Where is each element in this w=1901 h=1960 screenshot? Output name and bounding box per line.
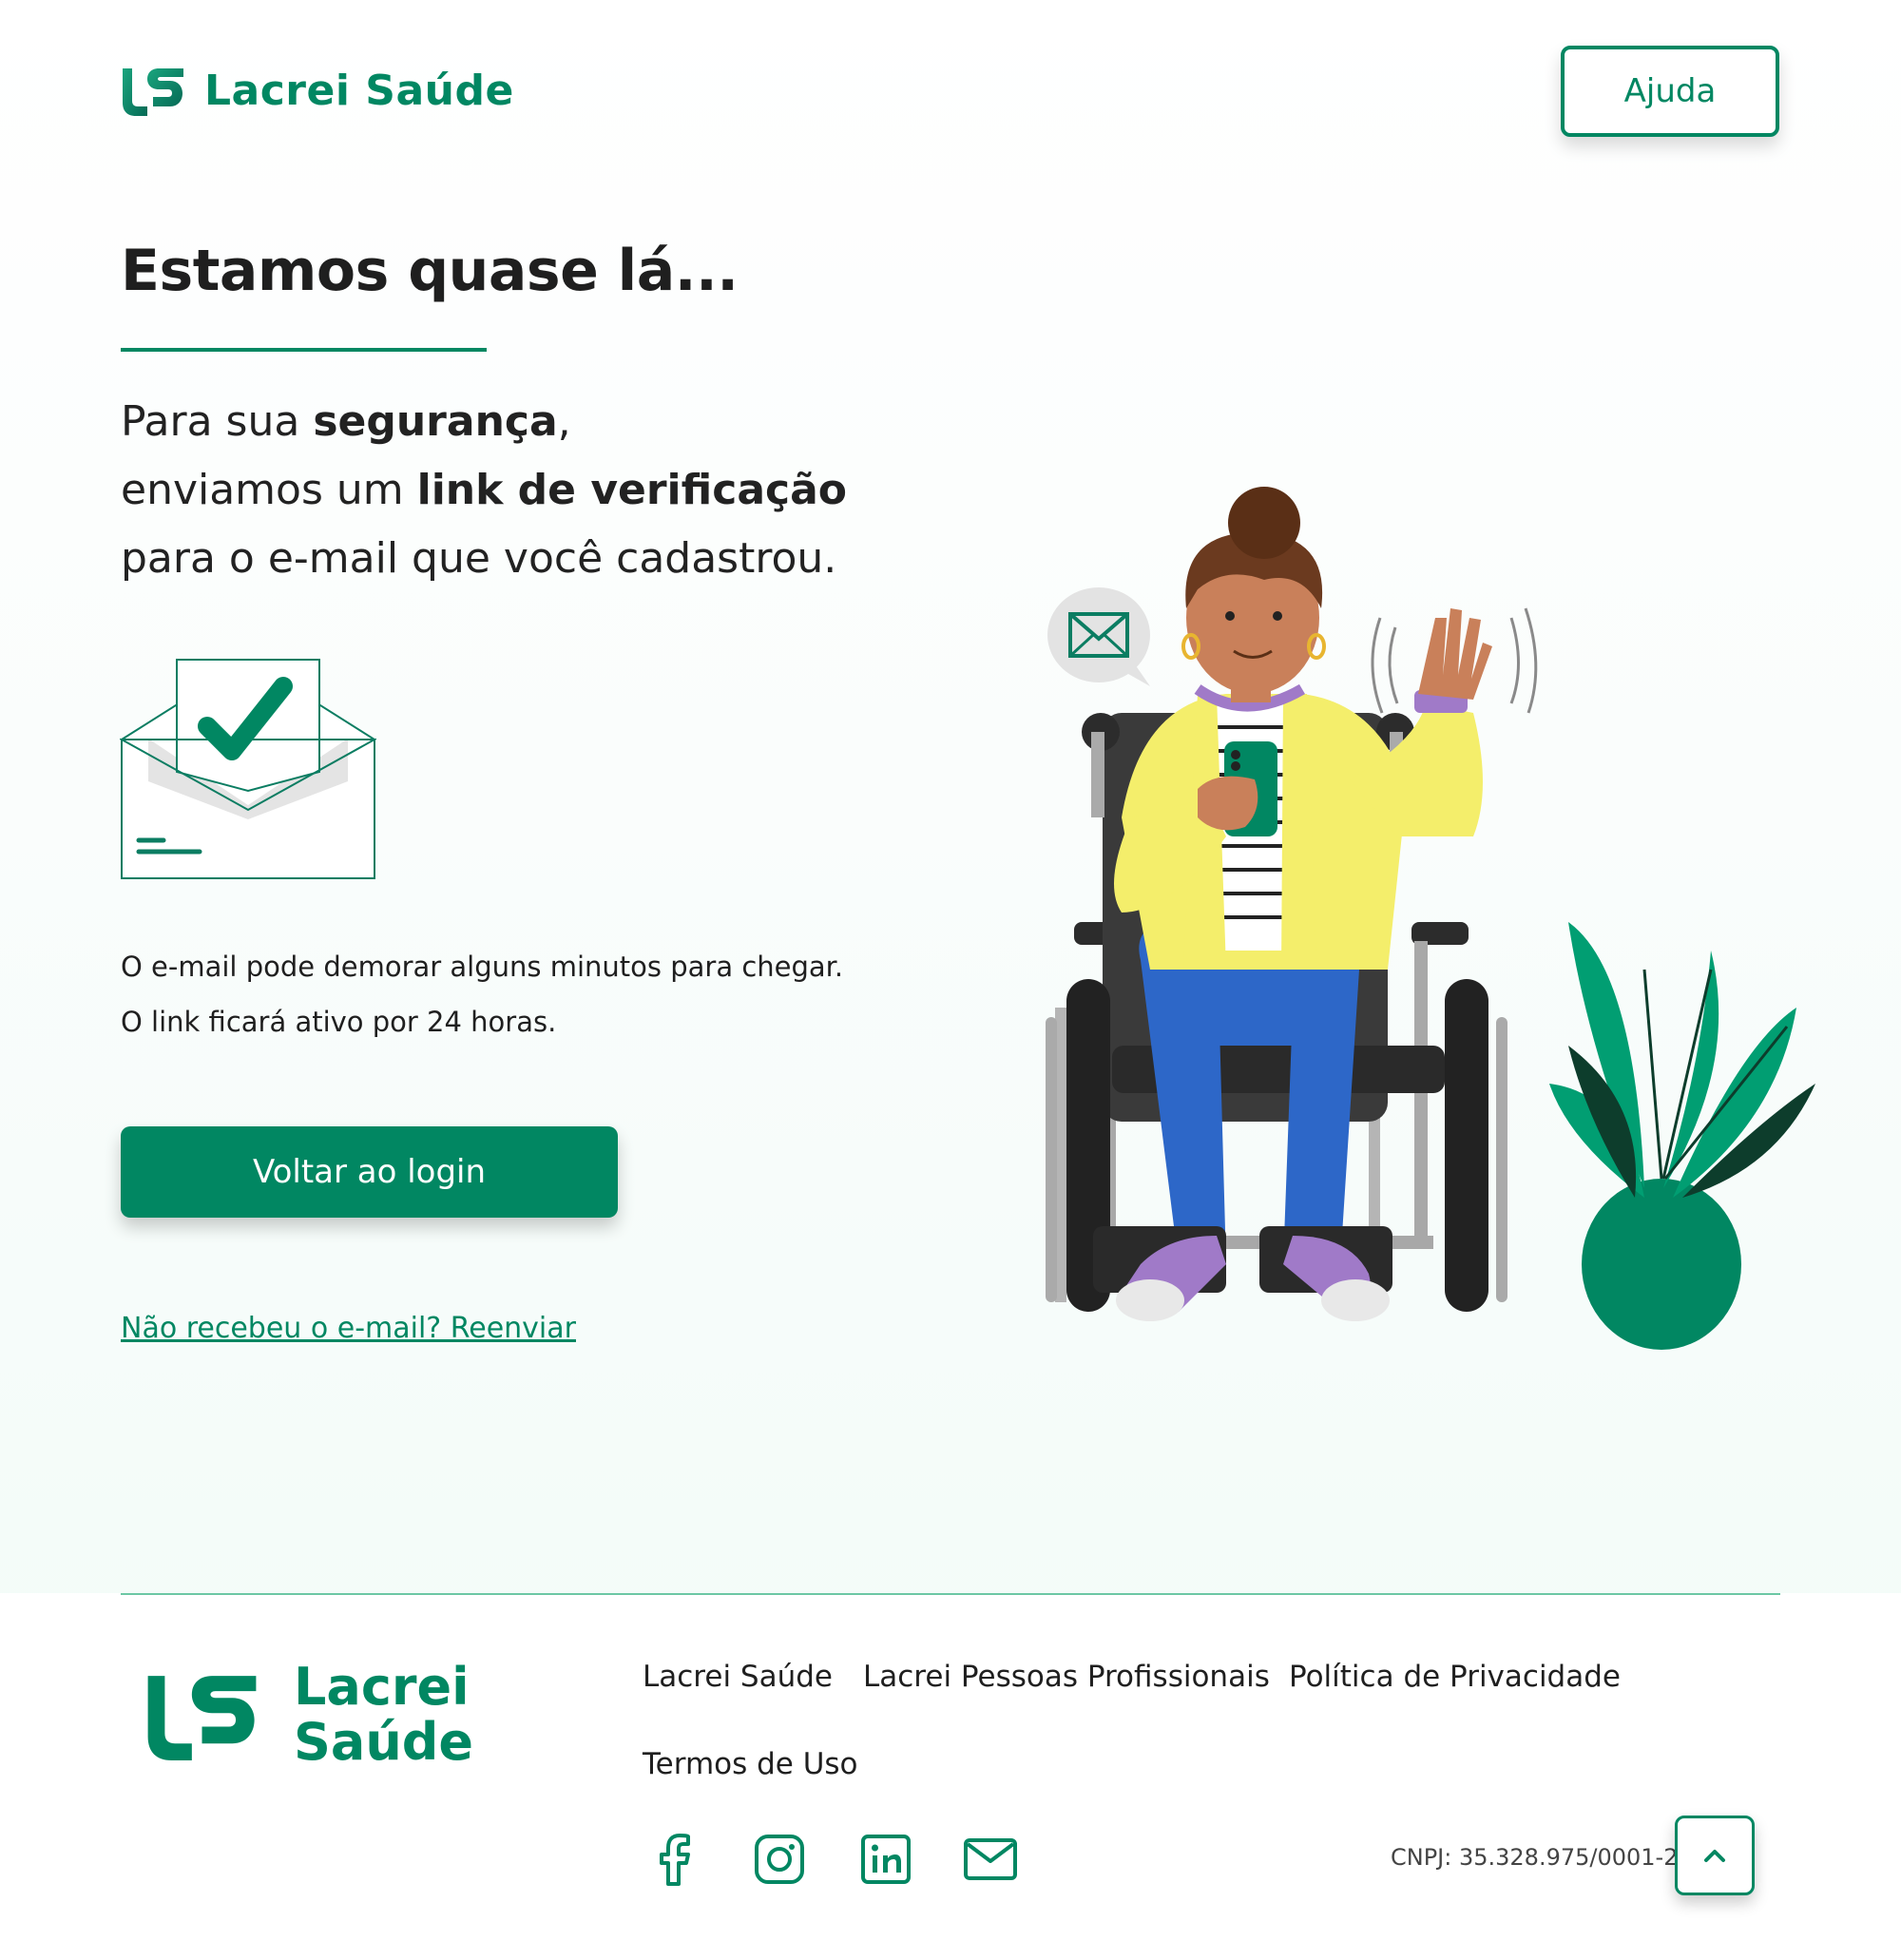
email-icon[interactable] (962, 1831, 1019, 1888)
cnpj-text: CNPJ: 35.328.975/0001-28 (1391, 1844, 1693, 1871)
verification-message: Para sua segurança, enviamos um link de … (121, 388, 881, 593)
plant-illustration (1549, 922, 1815, 1350)
footer-brand-name: Lacrei Saúde (294, 1660, 473, 1770)
footer-link-lacrei-saude[interactable]: Lacrei Saúde (643, 1660, 833, 1694)
footer-brand[interactable]: Lacrei Saúde (143, 1660, 473, 1770)
lacrei-logo-icon (123, 68, 183, 116)
envelope-check-icon (120, 658, 376, 879)
help-button[interactable]: Ajuda (1561, 46, 1779, 137)
lead-emphasis: segurança (313, 397, 558, 446)
lead-text: , (557, 397, 571, 446)
delivery-note: O e-mail pode demorar alguns minutos par… (121, 939, 843, 1049)
note-line: O e-mail pode demorar alguns minutos par… (121, 951, 844, 983)
footer-link-pessoas-profissionais[interactable]: Lacrei Pessoas Profissionais (863, 1660, 1270, 1694)
back-to-login-button[interactable]: Voltar ao login (121, 1126, 618, 1218)
wheelchair-person-illustration (1046, 487, 1815, 1350)
note-line: O link ficará ativo por 24 horas. (121, 1006, 557, 1038)
back-to-top-button[interactable] (1675, 1816, 1755, 1895)
lacrei-logo-icon (147, 1676, 257, 1760)
lead-text: enviamos um (121, 466, 417, 514)
page-title: Estamos quase lá... (121, 238, 739, 304)
title-divider (121, 348, 487, 352)
footer-divider (121, 1593, 1780, 1595)
footer-link-privacidade[interactable]: Política de Privacidade (1289, 1660, 1621, 1694)
instagram-icon[interactable] (751, 1831, 808, 1888)
linkedin-icon[interactable] (857, 1831, 914, 1888)
footer: Lacrei Saúde Lacrei Saúde Lacrei Pessoas… (0, 1593, 1901, 1960)
lead-emphasis: link de verificação (416, 466, 848, 514)
lead-text: para o e-mail que você cadastrou. (121, 534, 837, 583)
brand-logo[interactable]: Lacrei Saúde (121, 65, 514, 116)
resend-email-link[interactable]: Não recebeu o e-mail? Reenviar (121, 1312, 576, 1345)
footer-brand-line: Saúde (294, 1712, 474, 1772)
speech-bubble-email-icon (1047, 587, 1150, 686)
footer-link-termos[interactable]: Termos de Uso (643, 1747, 858, 1781)
brand-name: Lacrei Saúde (204, 66, 514, 115)
chevron-up-icon (1704, 1850, 1725, 1862)
facebook-icon[interactable] (646, 1831, 703, 1888)
header: Lacrei Saúde Ajuda (0, 0, 1901, 181)
footer-brand-line: Lacrei (294, 1657, 470, 1717)
lead-text: Para sua (121, 397, 314, 446)
